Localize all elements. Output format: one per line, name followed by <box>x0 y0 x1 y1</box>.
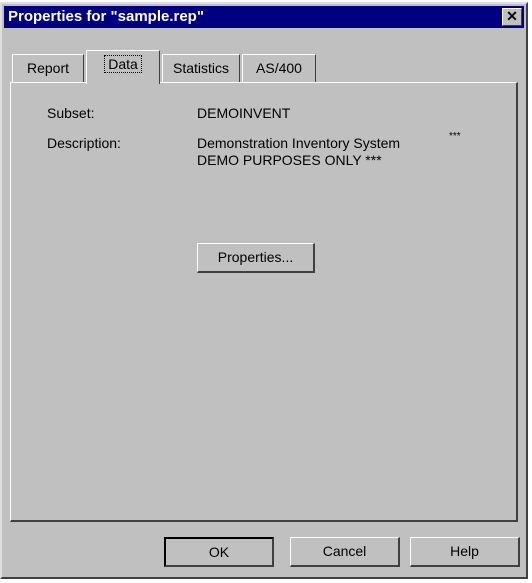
tab-panel-data: Subset: DEMOINVENT Description: Demonstr… <box>10 82 518 522</box>
description-asterisks: *** <box>449 131 461 142</box>
tab-report[interactable]: Report <box>12 54 84 82</box>
close-button[interactable]: ✕ <box>502 8 522 26</box>
properties-button-label: Properties... <box>217 249 294 265</box>
tab-as400-label: AS/400 <box>256 60 302 76</box>
ok-label: OK <box>208 544 230 560</box>
title-bar: Properties for "sample.rep" ✕ <box>4 6 524 28</box>
help-button[interactable]: Help <box>410 537 520 567</box>
window-title: Properties for "sample.rep" <box>8 8 204 25</box>
subset-label: Subset: <box>47 105 95 121</box>
close-icon: ✕ <box>506 8 518 24</box>
tab-as400[interactable]: AS/400 <box>242 54 316 82</box>
tab-data-label: Data <box>104 55 142 73</box>
tab-statistics[interactable]: Statistics <box>162 54 240 82</box>
tab-data[interactable]: Data <box>86 50 160 84</box>
cancel-button[interactable]: Cancel <box>290 537 400 567</box>
help-label: Help <box>450 543 479 559</box>
description-line2: DEMO PURPOSES ONLY *** <box>197 152 382 168</box>
subset-value: DEMOINVENT <box>197 105 291 121</box>
cancel-label: Cancel <box>322 543 367 559</box>
tab-report-label: Report <box>26 60 70 76</box>
ok-button[interactable]: OK <box>164 537 274 567</box>
tab-statistics-label: Statistics <box>172 60 229 76</box>
properties-button[interactable]: Properties... <box>197 243 315 273</box>
description-label: Description: <box>47 135 121 151</box>
description-line1: Demonstration Inventory System <box>197 135 401 151</box>
